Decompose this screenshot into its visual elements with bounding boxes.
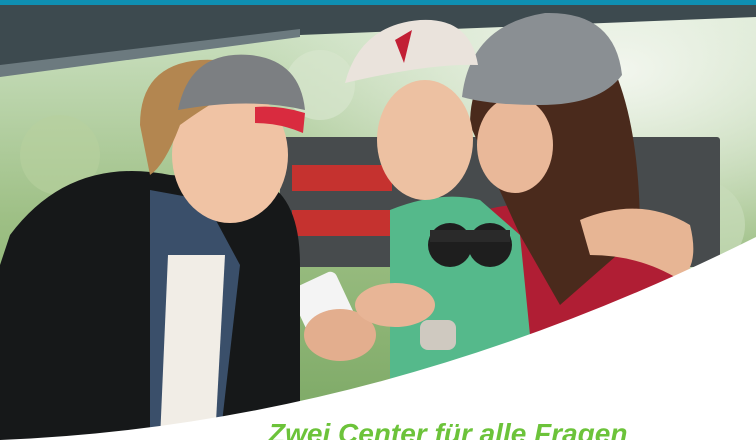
hero-banner: Zwei Center für alle Fragen	[0, 0, 756, 440]
headline: Zwei Center für alle Fragen	[268, 418, 628, 440]
hero-photo	[0, 5, 756, 440]
